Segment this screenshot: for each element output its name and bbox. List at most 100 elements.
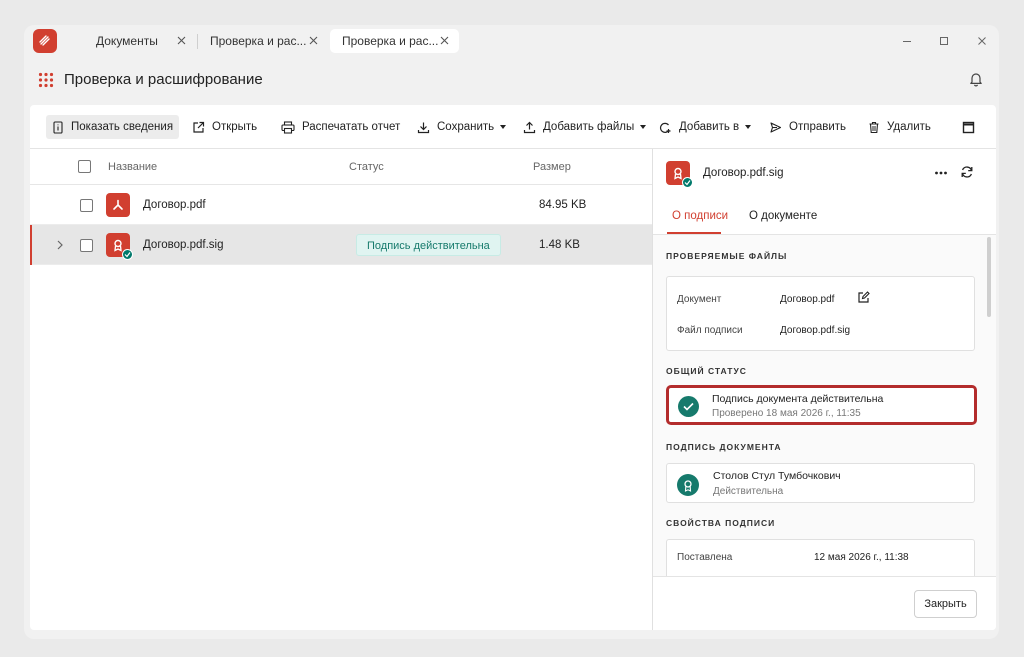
tab-verify-2[interactable]: Проверка и рас...	[330, 29, 459, 53]
panel-footer: Закрыть	[653, 576, 996, 630]
panel-title: Договор.pdf.sig	[703, 167, 784, 179]
send-icon	[770, 121, 782, 133]
overall-status-text: Подпись документа действительна	[712, 393, 884, 405]
save-button[interactable]: Сохранить	[417, 115, 507, 139]
file-size: 84.95 KB	[539, 199, 587, 211]
apps-grid-icon[interactable]	[38, 72, 54, 88]
overall-status-card: Подпись документа действительна Проверен…	[666, 385, 977, 425]
toolbar: Показать сведения Открыть Распечатать от…	[30, 105, 996, 149]
minimize-icon[interactable]	[900, 34, 914, 48]
chevron-down-icon	[500, 125, 507, 129]
add-files-button[interactable]: Добавить файлы	[523, 115, 647, 139]
signature-file-value: Договор.pdf.sig	[780, 325, 850, 336]
list-header: Название Статус Размер	[30, 149, 652, 185]
refresh-icon[interactable]	[960, 165, 974, 179]
app-logo-icon[interactable]	[33, 29, 57, 53]
add-to-button[interactable]: Добавить в	[659, 115, 752, 139]
table-row[interactable]: Договор.pdf 84.95 KB	[30, 185, 652, 225]
app-window: Документы Проверка и рас... Проверка и р…	[24, 25, 999, 639]
panel-icon	[962, 121, 975, 133]
open-button[interactable]: Открыть	[192, 115, 257, 139]
signer-card[interactable]: Столов Стул Тумбочкович Действительна	[666, 463, 975, 503]
delete-button[interactable]: Удалить	[868, 115, 931, 139]
chevron-down-icon	[745, 125, 752, 129]
page-header: Проверка и расшифрование	[24, 57, 999, 103]
select-all-checkbox[interactable]	[78, 160, 91, 173]
checked-files-card: Документ Договор.pdf Файл подписи Догово…	[666, 276, 975, 351]
send-label: Отправить	[789, 121, 847, 133]
document-value: Договор.pdf	[780, 294, 835, 305]
maximize-icon[interactable]	[937, 34, 951, 48]
more-icon[interactable]	[934, 166, 948, 180]
send-button[interactable]: Отправить	[769, 115, 846, 139]
signature-file-icon	[106, 233, 133, 260]
check-badge-icon	[122, 249, 133, 260]
row-checkbox[interactable]	[80, 239, 93, 252]
placed-label: Поставлена	[677, 552, 733, 563]
close-button[interactable]: Закрыть	[914, 590, 977, 618]
certificate-icon	[677, 474, 699, 496]
edit-icon[interactable]	[857, 291, 870, 304]
bell-icon[interactable]	[968, 71, 984, 87]
print-report-button[interactable]: Распечатать отчет	[281, 115, 400, 139]
tab-label: Документы	[96, 34, 158, 48]
column-status[interactable]: Статус	[349, 161, 384, 173]
add-to-label: Добавить в	[679, 121, 740, 133]
column-name[interactable]: Название	[108, 161, 157, 173]
chevron-right-icon[interactable]	[56, 239, 64, 251]
save-label: Сохранить	[437, 121, 495, 133]
printer-icon	[281, 120, 295, 134]
add-to-icon	[659, 122, 671, 133]
show-details-label: Показать сведения	[71, 121, 174, 133]
title-bar: Документы Проверка и рас... Проверка и р…	[24, 25, 999, 57]
trash-icon	[869, 121, 879, 133]
file-size: 1.48 KB	[539, 239, 580, 251]
tab-label: Проверка и рас...	[342, 34, 439, 48]
row-checkbox[interactable]	[80, 199, 93, 212]
status-badge: Подпись действительна	[356, 234, 501, 256]
pdf-icon	[106, 193, 130, 217]
upload-icon	[523, 121, 536, 133]
signature-props-card: Поставлена 12 мая 2026 г., 11:38	[666, 539, 975, 576]
toggle-panel-button[interactable]	[962, 115, 975, 139]
overall-status-checked: Проверено 18 мая 2026 г., 11:35	[712, 408, 861, 419]
section-title: ПРОВЕРЯЕМЫЕ ФАЙЛЫ	[666, 251, 788, 261]
active-tab-indicator	[667, 232, 721, 234]
main-content: Показать сведения Открыть Распечатать от…	[30, 105, 996, 630]
column-size[interactable]: Размер	[533, 161, 571, 173]
scrollbar[interactable]	[987, 237, 991, 317]
signature-file-label: Файл подписи	[677, 325, 743, 336]
close-window-icon[interactable]	[975, 34, 989, 48]
close-icon[interactable]	[438, 34, 451, 47]
tab-about-document[interactable]: О документе	[749, 210, 817, 222]
document-info-icon	[53, 120, 63, 134]
file-name: Договор.pdf	[143, 199, 206, 211]
document-label: Документ	[677, 294, 722, 305]
section-title: СВОЙСТВА ПОДПИСИ	[666, 518, 776, 528]
close-icon[interactable]	[307, 34, 320, 47]
open-label: Открыть	[212, 121, 258, 133]
panel-body[interactable]: ПРОВЕРЯЕМЫЕ ФАЙЛЫ Документ Договор.pdf Ф…	[653, 235, 996, 576]
show-details-button[interactable]: Показать сведения	[46, 115, 180, 139]
external-link-icon	[193, 121, 205, 133]
placed-value: 12 мая 2026 г., 11:38	[814, 552, 909, 563]
download-icon	[417, 122, 430, 133]
file-list: Название Статус Размер Договор.pdf 84.95…	[30, 149, 652, 630]
check-badge-icon	[682, 177, 693, 188]
panel-tabs: О подписи О документе	[653, 197, 996, 235]
signer-name: Столов Стул Тумбочкович	[713, 470, 841, 482]
section-title: ОБЩИЙ СТАТУС	[666, 366, 747, 376]
details-panel: Договор.pdf.sig О подписи О документе ПР…	[652, 149, 996, 630]
add-files-label: Добавить файлы	[543, 121, 635, 133]
file-name: Договор.pdf.sig	[143, 239, 224, 251]
delete-label: Удалить	[887, 121, 931, 133]
page-title: Проверка и расшифрование	[64, 71, 263, 88]
tab-about-signature[interactable]: О подписи	[672, 210, 728, 222]
close-icon[interactable]	[175, 34, 188, 47]
table-row[interactable]: Договор.pdf.sig Подпись действительна 1.…	[30, 225, 652, 265]
tab-documents[interactable]: Документы	[84, 29, 196, 53]
panel-header: Договор.pdf.sig	[653, 149, 996, 197]
tab-verify-1[interactable]: Проверка и рас...	[198, 29, 328, 53]
section-title: ПОДПИСЬ ДОКУМЕНТА	[666, 442, 782, 452]
chevron-down-icon	[640, 125, 647, 129]
